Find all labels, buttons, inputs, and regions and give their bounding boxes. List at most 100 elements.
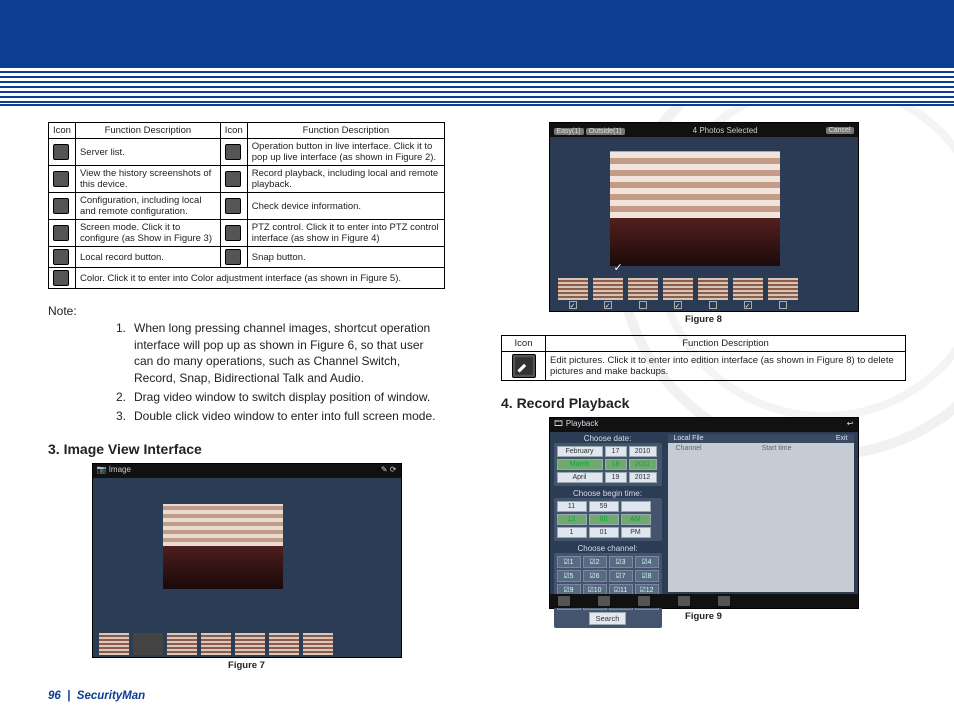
ptz-control-icon	[225, 225, 241, 241]
channel-checkbox[interactable]: ☑6	[583, 570, 607, 582]
record-playback-icon	[225, 171, 241, 187]
date-year[interactable]: 2011	[629, 459, 657, 470]
thumbnail[interactable]	[698, 278, 728, 300]
screen-mode-icon	[53, 225, 69, 241]
figure-7: 📷 Image ✎ ⟳	[92, 463, 402, 658]
figure-8: Easy(1) Outside(1) 4 Photos Selected Can…	[549, 122, 859, 312]
thumbnail[interactable]	[663, 278, 693, 300]
cell-desc: Local record button.	[75, 247, 220, 268]
time-hh[interactable]: 12	[557, 514, 587, 525]
section-image-view: 3. Image View Interface	[48, 441, 445, 457]
channel-checkbox[interactable]: ☑1	[557, 556, 581, 568]
icon-function-table-left: Icon Function Description Icon Function …	[48, 122, 445, 289]
time-hh[interactable]: 1	[557, 527, 587, 538]
thumbnail[interactable]	[269, 633, 299, 655]
fig9-title: Playback	[566, 419, 598, 428]
thumbnail[interactable]	[201, 633, 231, 655]
remote-header: Local File	[674, 435, 704, 442]
date-month[interactable]: February	[557, 446, 603, 457]
note-item: Drag video window to switch display posi…	[116, 389, 441, 406]
bottom-icon[interactable]	[678, 596, 690, 606]
local-record-icon	[53, 249, 69, 265]
thumbnail[interactable]	[733, 278, 763, 300]
fig8-main-image[interactable]	[610, 151, 780, 266]
back-icon[interactable]: ↩	[847, 419, 854, 431]
th-icon: Icon	[220, 123, 247, 139]
color-icon	[53, 270, 69, 286]
thumbnail[interactable]	[235, 633, 265, 655]
thumb-checkbox[interactable]	[674, 301, 682, 309]
th-desc: Function Description	[546, 336, 906, 352]
date-month[interactable]: March	[557, 459, 603, 470]
channel-checkbox[interactable]: ☑8	[635, 570, 659, 582]
thumb-checkbox[interactable]	[744, 301, 752, 309]
thumbnail[interactable]	[167, 633, 197, 655]
date-year[interactable]: 2010	[629, 446, 657, 457]
channel-checkbox[interactable]: ☑5	[557, 570, 581, 582]
thumb-checkbox[interactable]	[709, 301, 717, 309]
cell-desc: Record playback, including local and rem…	[247, 166, 444, 193]
thumbnail[interactable]	[593, 278, 623, 300]
thumb-checkbox[interactable]	[639, 301, 647, 309]
time-ampm[interactable]	[621, 501, 651, 512]
exit-button[interactable]: Exit	[836, 435, 848, 442]
fig7-main-image[interactable]	[163, 504, 283, 589]
thumbnail[interactable]	[628, 278, 658, 300]
thumbnail[interactable]	[558, 278, 588, 300]
thumb-checkbox[interactable]	[604, 301, 612, 309]
fig8-tab[interactable]: Outside(1)	[586, 128, 625, 135]
cell-desc: Operation button in live interface. Clic…	[247, 139, 444, 166]
note-item: When long pressing channel images, short…	[116, 320, 441, 387]
date-day[interactable]: 17	[605, 446, 627, 457]
time-ampm[interactable]: AM	[621, 514, 651, 525]
label-choose-channel: Choose channel:	[554, 544, 662, 553]
time-mm[interactable]: 00	[589, 514, 619, 525]
icon-function-table-right: Icon Function Description Edit pictures.…	[501, 335, 906, 381]
channel-checkbox[interactable]: ☑7	[609, 570, 633, 582]
th-desc: Function Description	[247, 123, 444, 139]
th-desc: Function Description	[75, 123, 220, 139]
thumbnail[interactable]	[768, 278, 798, 300]
note-label: Note:	[48, 303, 94, 320]
figure-9: 🎞 Playback ↩ Choose date: February 17 20…	[549, 417, 859, 609]
time-mm[interactable]: 01	[589, 527, 619, 538]
date-year[interactable]: 2012	[629, 472, 657, 483]
time-ampm[interactable]: PM	[621, 527, 651, 538]
cell-desc: PTZ control. Click it to enter into PTZ …	[247, 220, 444, 247]
check-icon: ✓	[614, 261, 623, 274]
cell-desc: Screen mode. Click it to configure (as S…	[75, 220, 220, 247]
time-mm[interactable]: 59	[589, 501, 619, 512]
channel-checkbox[interactable]: ☑4	[635, 556, 659, 568]
bottom-icon[interactable]	[718, 596, 730, 606]
thumbnail[interactable]	[133, 633, 163, 655]
figure-8-caption: Figure 8	[501, 314, 906, 325]
edit-pictures-icon	[512, 354, 536, 378]
figure-7-caption: Figure 7	[48, 660, 445, 671]
page-number: 96	[48, 690, 61, 702]
page-footer: 96 | SecurityMan	[48, 690, 145, 702]
fig8-tab[interactable]: Easy(1)	[554, 128, 584, 135]
thumbnail[interactable]	[99, 633, 129, 655]
channel-checkbox[interactable]: ☑3	[609, 556, 633, 568]
notes-list: When long pressing channel images, short…	[116, 320, 441, 427]
th-icon: Icon	[49, 123, 76, 139]
thumb-checkbox[interactable]	[569, 301, 577, 309]
fig8-title: 4 Photos Selected	[693, 126, 758, 135]
bottom-icon[interactable]	[638, 596, 650, 606]
col-channel: Channel	[676, 445, 702, 452]
cancel-button[interactable]: Cancel	[826, 127, 854, 134]
thumb-checkbox[interactable]	[779, 301, 787, 309]
bottom-icon[interactable]	[558, 596, 570, 606]
time-hh[interactable]: 11	[557, 501, 587, 512]
date-day[interactable]: 19	[605, 472, 627, 483]
live-interface-icon	[225, 144, 241, 160]
date-day[interactable]: 18	[605, 459, 627, 470]
channel-checkbox[interactable]: ☑2	[583, 556, 607, 568]
bottom-icon[interactable]	[598, 596, 610, 606]
cell-desc: Snap button.	[247, 247, 444, 268]
thumbnail[interactable]	[303, 633, 333, 655]
search-button[interactable]: Search	[589, 612, 627, 625]
fig7-title: Image	[109, 465, 131, 474]
edit-icon[interactable]: ✎ ⟳	[381, 465, 397, 477]
date-month[interactable]: April	[557, 472, 603, 483]
